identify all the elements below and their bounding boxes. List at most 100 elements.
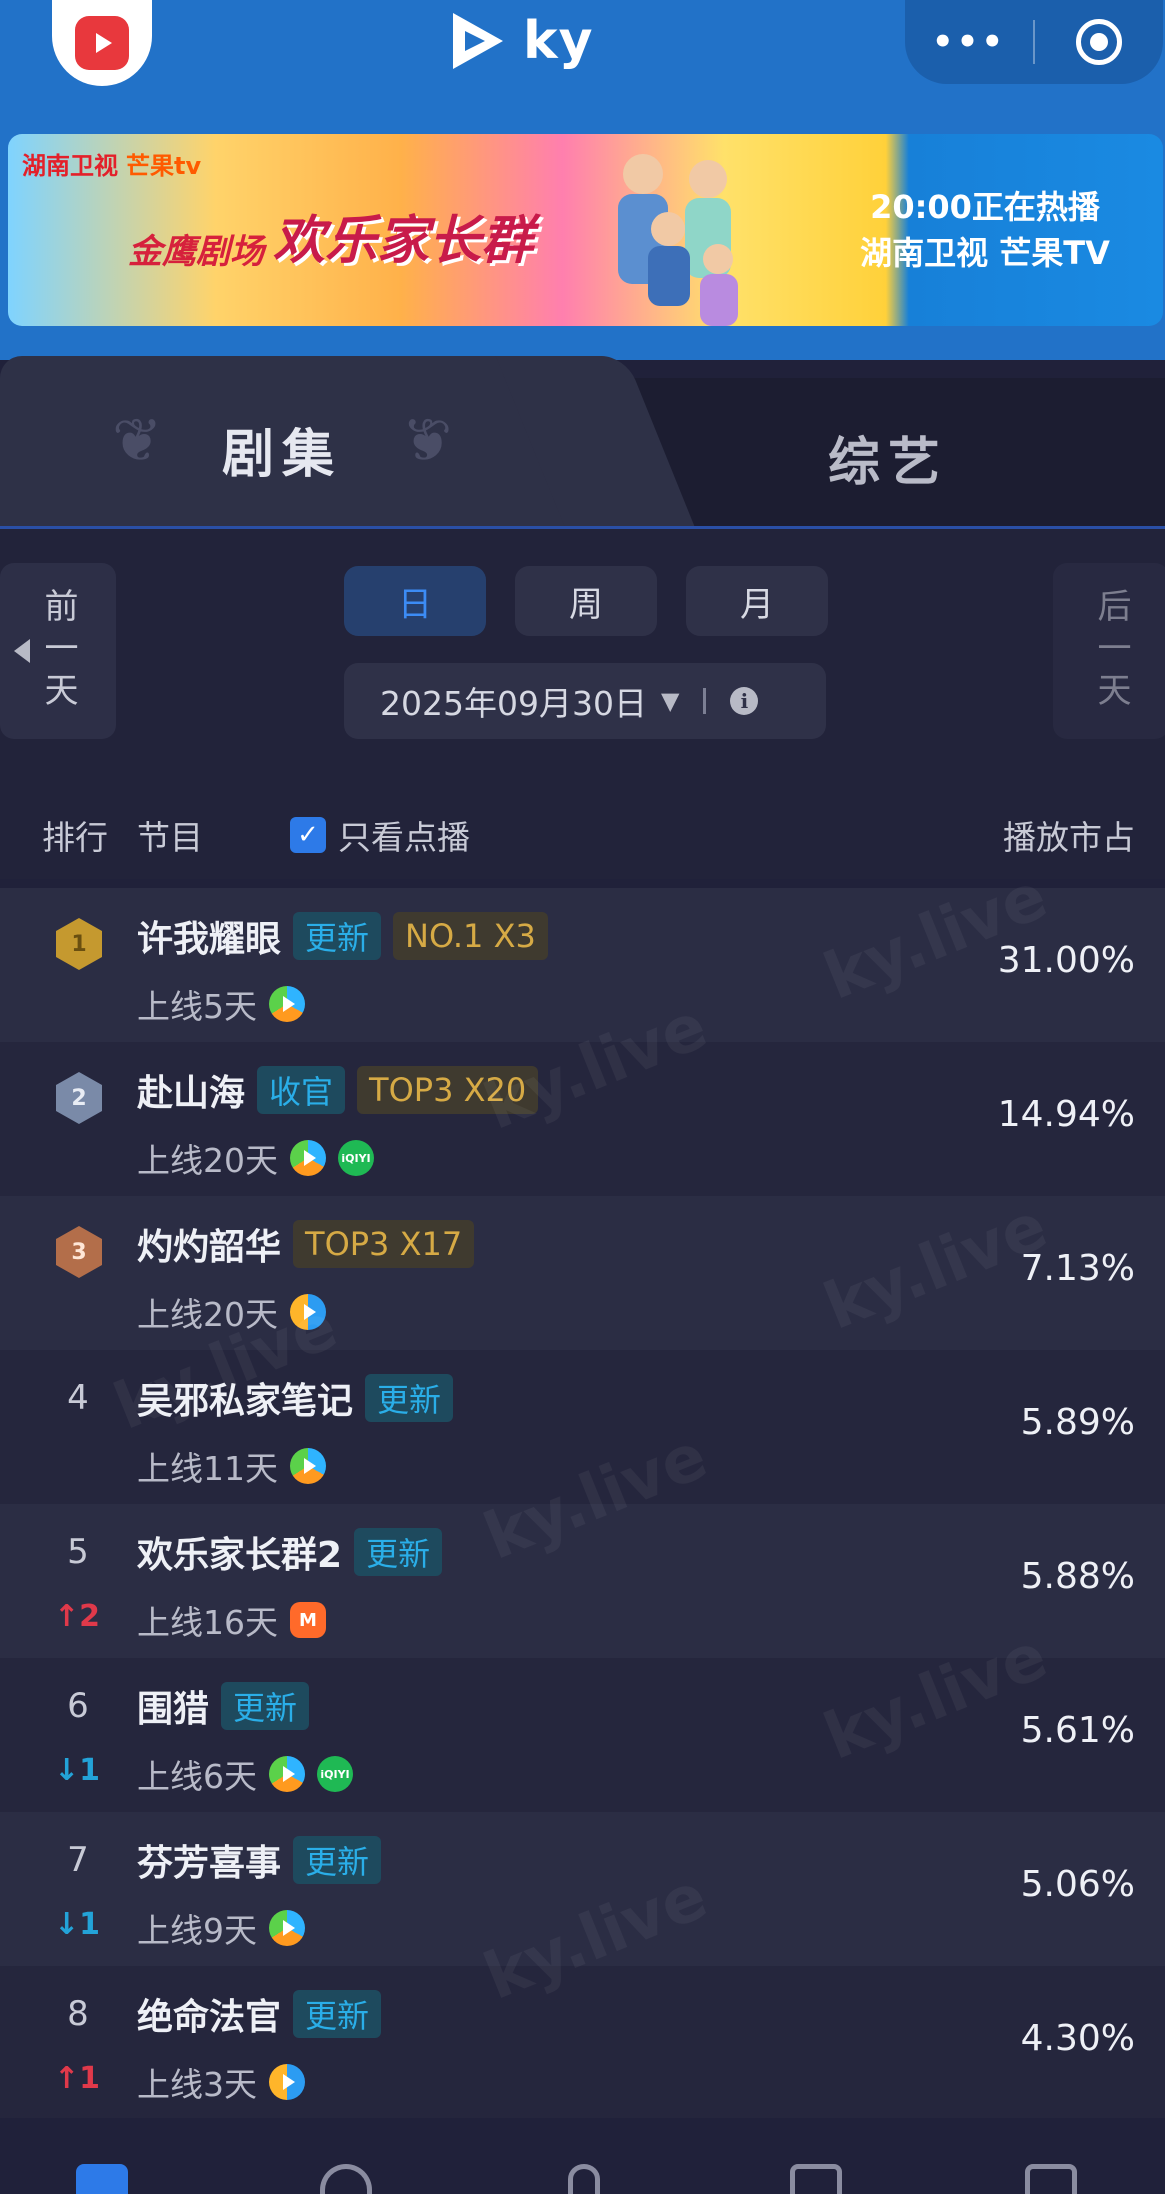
rank-medal-bronze-icon: 3 — [56, 1226, 102, 1278]
youku-icon — [269, 2064, 305, 2100]
days-online: 上线9天 — [137, 1911, 257, 1950]
checkbox-checked-icon[interactable]: ✓ — [290, 817, 326, 853]
airing-info: 20:00正在热播 湖南卫视 芒果TV — [820, 184, 1150, 276]
update-tag: 更新 — [293, 1990, 382, 2038]
more-menu-button[interactable]: ••• — [905, 22, 1033, 62]
rank-number: 6 — [67, 1686, 89, 1726]
play-share: 31.00% — [997, 940, 1135, 981]
table-row[interactable]: 8 ↑1 绝命法官 更新 上线3天 4.30% — [0, 1966, 1165, 2120]
header-share: 播放市占 — [1003, 818, 1135, 857]
table-row[interactable]: 1 许我耀眼 更新 NO.1 X3 上线5天 31.00% — [0, 888, 1165, 1042]
days-online: 上线11天 — [137, 1449, 278, 1488]
tencent-video-icon — [290, 1448, 326, 1484]
hunan-tv-logo: 湖南卫视 — [22, 152, 118, 180]
program-title: 围猎 — [137, 1689, 210, 1730]
mango-tv-icon: M — [290, 1602, 326, 1638]
award-tag: NO.1 X3 — [393, 912, 548, 960]
caret-down-icon: ▼ — [660, 687, 680, 715]
rank-number: 4 — [67, 1378, 89, 1418]
rank-medal-silver-icon: 2 — [56, 1072, 102, 1124]
tab-series[interactable]: ❦ ❦ 剧集 — [0, 356, 600, 526]
update-tag: 更新 — [293, 912, 382, 960]
program-title: 许我耀眼 — [137, 919, 282, 960]
banner-show-title: 欢乐家长群 — [273, 211, 534, 271]
trend-up: ↑1 — [54, 2061, 100, 2096]
update-tag: 更新 — [221, 1682, 310, 1730]
program-title: 欢乐家长群2 — [137, 1535, 343, 1576]
date-value: 2025年09月30日 — [380, 684, 647, 723]
ranking-list: 1 许我耀眼 更新 NO.1 X3 上线5天 31.00% 2 赴山海 收官 T… — [0, 888, 1165, 2120]
broadcaster-logos: 湖南卫视 芒果tv — [22, 146, 201, 181]
nav-rank-icon[interactable] — [1025, 2164, 1077, 2194]
days-online: 上线5天 — [137, 987, 257, 1026]
table-row[interactable]: 4 吴邪私家笔记 更新 上线11天 5.89% — [0, 1350, 1165, 1504]
table-row[interactable]: 7 ↓1 芬芳喜事 更新 上线9天 5.06% — [0, 1812, 1165, 1966]
iqiyi-icon: iQIYI — [317, 1756, 353, 1792]
period-month-button[interactable]: 月 — [686, 566, 828, 636]
mango-tv-logo: 芒果tv — [126, 152, 202, 180]
airing-time: 20:00正在热播 — [870, 188, 1100, 226]
days-online: 上线6天 — [137, 1757, 257, 1796]
trend-down: ↓1 — [54, 1753, 100, 1788]
prev-day-button[interactable]: 前一天 — [0, 563, 116, 739]
brand-logo: ky — [445, 6, 593, 76]
period-week-button[interactable]: 周 — [515, 566, 657, 636]
program-title: 吴邪私家笔记 — [137, 1381, 354, 1422]
bottom-nav — [0, 2118, 1165, 2194]
info-icon[interactable]: i — [730, 687, 759, 715]
next-day-button[interactable]: 后一天 — [1053, 563, 1165, 739]
nav-hot-icon[interactable] — [320, 2164, 372, 2194]
rank-number: 8 — [67, 1994, 89, 2034]
brand-name: ky — [523, 11, 594, 71]
arrow-down-icon: ↓ — [54, 1907, 80, 1942]
date-separator — [703, 688, 707, 714]
play-share: 5.61% — [1020, 1710, 1135, 1751]
arrow-up-icon: ↑ — [54, 2061, 80, 2096]
play-share: 4.30% — [1020, 2018, 1135, 2059]
trend-value: 1 — [79, 1753, 101, 1788]
vod-only-toggle[interactable]: ✓ 只看点播 — [290, 811, 470, 859]
header-program: 节目 — [137, 818, 203, 857]
iqiyi-icon: iQIYI — [338, 1140, 374, 1176]
youku-icon — [290, 1294, 326, 1330]
days-online: 上线16天 — [137, 1603, 278, 1642]
nav-profile-icon[interactable] — [568, 2164, 600, 2194]
update-tag: 更新 — [293, 1836, 382, 1884]
table-row[interactable]: 3 灼灼韶华 TOP3 X17 上线20天 7.13% — [0, 1196, 1165, 1350]
trend-value: 1 — [79, 2061, 101, 2096]
days-online: 上线3天 — [137, 2065, 257, 2104]
trend-down: ↓1 — [54, 1907, 100, 1942]
promo-banner[interactable]: 湖南卫视 芒果tv 金鹰剧场 欢乐家长群 20:00正在热播 湖南卫视 芒果TV — [8, 134, 1163, 326]
nav-home-icon[interactable] — [76, 2164, 128, 2194]
play-share: 5.89% — [1020, 1402, 1135, 1443]
arrow-left-icon — [14, 639, 30, 663]
tencent-video-icon — [269, 1756, 305, 1792]
program-title: 芬芳喜事 — [137, 1843, 282, 1884]
next-day-label: 后一天 — [1091, 588, 1131, 714]
trend-up: ↑2 — [54, 1599, 100, 1634]
table-row[interactable]: 2 赴山海 收官 TOP3 X20 上线20天 iQIYI 14.94% — [0, 1042, 1165, 1196]
target-icon — [1076, 19, 1122, 65]
rank-medal-gold-icon: 1 — [56, 918, 102, 970]
date-filter: 前一天 后一天 日 周 月 2025年09月30日 ▼ i — [0, 529, 1165, 759]
close-capsule-button[interactable] — [1035, 19, 1163, 65]
tab-variety-label: 综艺 — [828, 433, 949, 493]
laurel-left-icon: ❦ — [112, 406, 163, 476]
play-share: 5.88% — [1020, 1556, 1135, 1597]
laurel-right-icon: ❦ — [402, 406, 453, 476]
play-share: 14.94% — [997, 1094, 1135, 1135]
period-day-button[interactable]: 日 — [344, 566, 486, 636]
theater-logo: 金鹰剧场 — [128, 232, 264, 272]
tencent-video-icon — [269, 1910, 305, 1946]
nav-tv-icon[interactable] — [790, 2164, 842, 2194]
tencent-video-icon — [290, 1140, 326, 1176]
award-tag: TOP3 X17 — [293, 1220, 475, 1268]
table-row[interactable]: 6 ↓1 围猎 更新 上线6天 iQIYI 5.61% — [0, 1658, 1165, 1812]
date-picker[interactable]: 2025年09月30日 ▼ i — [344, 663, 826, 739]
table-row[interactable]: 5 ↑2 欢乐家长群2 更新 上线16天 M 5.88% — [0, 1504, 1165, 1658]
app-logo-icon[interactable] — [52, 0, 152, 86]
program-title: 赴山海 — [137, 1073, 246, 1114]
top-bar: ky ••• — [0, 0, 1165, 130]
vod-only-label: 只看点播 — [338, 818, 470, 857]
award-tag: TOP3 X20 — [357, 1066, 539, 1114]
